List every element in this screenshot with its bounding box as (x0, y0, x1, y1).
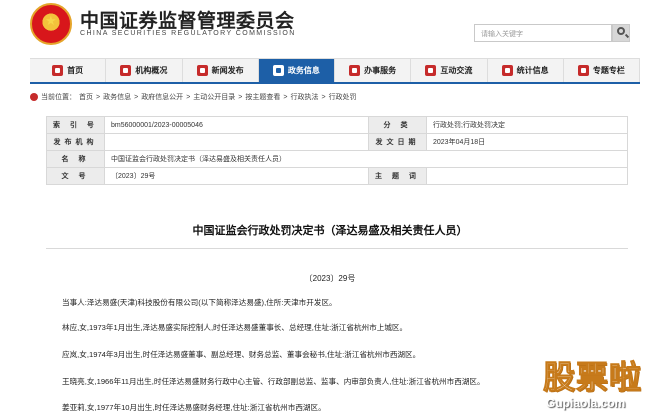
nav-item-home[interactable]: 首页 (30, 59, 107, 82)
watermark-url: Gupiaola.com (546, 396, 626, 410)
date-value: 2023年04月18日 (426, 133, 628, 151)
paragraph: 当事人:泽达易盛(天津)科技股份有限公司(以下简称泽达易盛),住所:天津市开发区… (62, 298, 337, 307)
breadcrumb-separator: > (186, 93, 191, 101)
breadcrumb-separator: > (96, 93, 101, 101)
nav-item-news[interactable]: 新闻发布 (183, 59, 259, 82)
keywords-value (426, 167, 628, 185)
issuer-label: 发布机构 (46, 133, 105, 151)
home-icon (52, 65, 64, 76)
paragraph: 林应,女,1973年1月出生,泽达易盛实际控制人,时任泽达易盛董事长、总经理,住… (62, 323, 408, 332)
breadcrumb-separator: > (321, 93, 326, 101)
search-input[interactable]: 请输入关键字 (474, 24, 612, 42)
breadcrumb-item-government-info[interactable]: 政务信息 (103, 92, 131, 102)
watermark-logo: 股票啦 (542, 358, 643, 397)
breadcrumb-item-home[interactable]: 首页 (79, 92, 93, 102)
name-label: 名 称 (46, 150, 105, 168)
breadcrumb-item-by-topic[interactable]: 按主题查看 (245, 92, 280, 102)
nav-item-government-info[interactable]: 政务信息 (258, 59, 335, 82)
national-emblem-icon (30, 3, 72, 45)
category-label: 分 类 (368, 116, 427, 134)
index-label: 索 引 号 (46, 116, 105, 134)
chat-icon (425, 65, 437, 76)
breadcrumb-separator: > (238, 93, 243, 101)
breadcrumb-item-info-disclosure[interactable]: 政府信息公开 (141, 92, 183, 102)
nav-item-special-topics[interactable]: 专题专栏 (564, 59, 640, 82)
nav-item-organization[interactable]: 机构概况 (106, 59, 183, 82)
category-value: 行政处罚;行政处罚决定 (426, 116, 628, 134)
paragraph: 王晓亮,女,1966年11月出生,时任泽达易盛财务行政中心主管、行政部副总监、监… (62, 377, 485, 386)
document-meta-table: 索 引 号 bm56000001/2023-00005046 分 类 行政处罚;… (46, 116, 628, 185)
service-icon (349, 65, 361, 76)
issuer-value (104, 133, 369, 151)
search-icon (617, 27, 625, 35)
news-icon (196, 65, 208, 76)
document-number: 〔2023〕29号 (304, 274, 356, 283)
building-icon (120, 65, 132, 76)
breadcrumb-item-penalty[interactable]: 行政处罚 (329, 92, 357, 102)
docno-value: 〔2023〕29号 (104, 167, 369, 185)
breadcrumb-separator: > (134, 93, 139, 101)
chart-icon (501, 65, 513, 76)
nav-item-interaction[interactable]: 互动交流 (411, 59, 488, 82)
document-icon (272, 65, 284, 76)
table-row: 发布机构 发文日期 2023年04月18日 (46, 133, 628, 151)
document-title: 中国证监会行政处罚决定书（泽达易盛及相关责任人员） (192, 225, 468, 237)
main-nav: 首页 机构概况 新闻发布 政务信息 办事服务 互动交流 统计信息 专题专栏 (30, 58, 640, 84)
site-title[interactable]: 中国证券监督管理委员会 (80, 6, 295, 33)
breadcrumb: 当前位置： 首页 > 政务信息 > 政府信息公开 > 主动公开目录 > 按主题查… (30, 92, 357, 102)
docno-label: 文 号 (46, 167, 105, 185)
keywords-label: 主 题 词 (368, 167, 427, 185)
table-row: 名 称 中国证监会行政处罚决定书（泽达易盛及相关责任人员） (46, 150, 628, 168)
breadcrumb-prefix: 当前位置： (41, 94, 76, 101)
folder-icon (577, 65, 589, 76)
table-row: 文 号 〔2023〕29号 主 题 词 (46, 167, 628, 185)
site-subtitle: CHINA SECURITIES REGULATORY COMMISSION (80, 30, 296, 37)
breadcrumb-separator: > (283, 93, 288, 101)
divider (46, 248, 628, 249)
search-button[interactable] (612, 24, 630, 42)
paragraph: 应岚,女,1974年3月出生,时任泽达易盛董事、副总经理、财务总监、董事会秘书,… (62, 350, 421, 359)
breadcrumb-item-enforcement[interactable]: 行政执法 (290, 92, 318, 102)
name-value: 中国证监会行政处罚决定书（泽达易盛及相关责任人员） (104, 150, 628, 168)
index-value: bm56000001/2023-00005046 (104, 116, 369, 134)
table-row: 索 引 号 bm56000001/2023-00005046 分 类 行政处罚;… (46, 116, 628, 134)
breadcrumb-item-catalog[interactable]: 主动公开目录 (193, 92, 235, 102)
location-icon (30, 93, 38, 101)
site-header: 中国证券监督管理委员会 CHINA SECURITIES REGULATORY … (0, 0, 660, 58)
paragraph: 姜亚莉,女,1977年10月出生,时任泽达易盛财务经理,住址:浙江省杭州市西湖区… (62, 403, 326, 412)
nav-item-services[interactable]: 办事服务 (335, 59, 412, 82)
date-label: 发文日期 (368, 133, 427, 151)
nav-item-statistics[interactable]: 统计信息 (488, 59, 564, 82)
